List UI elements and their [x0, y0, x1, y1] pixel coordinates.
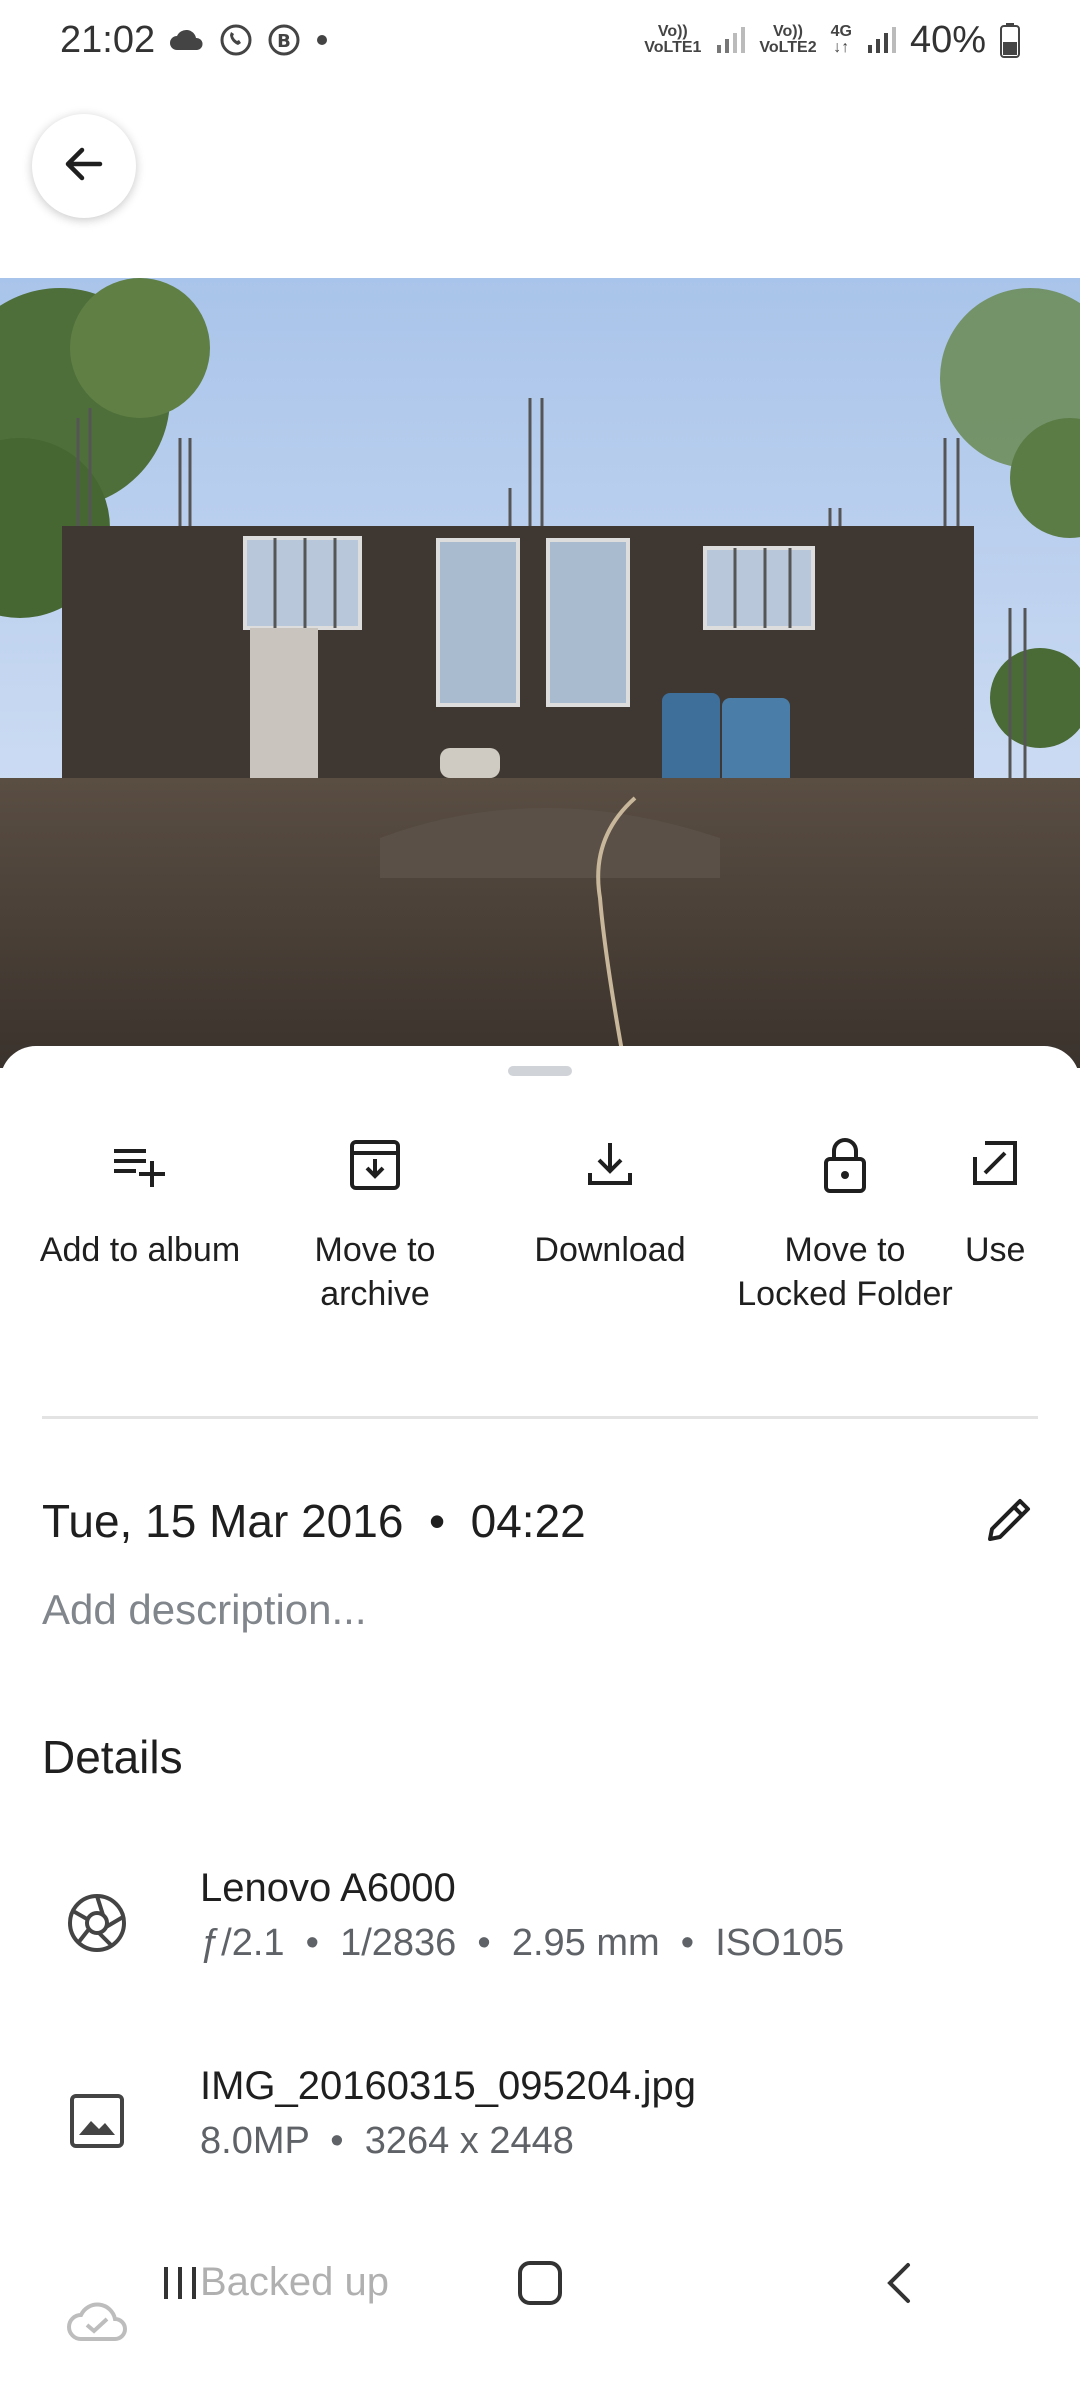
home-icon	[518, 2260, 562, 2305]
lock-icon	[817, 1130, 873, 1200]
playlist-add-icon	[112, 1130, 168, 1200]
time-text: 04:22	[470, 1495, 586, 1547]
date-text: Tue, 15 Mar 2016	[42, 1495, 404, 1547]
aperture: ƒ/2.1	[200, 1922, 285, 1964]
download-button[interactable]: Download	[495, 1130, 725, 1272]
download-icon	[582, 1130, 638, 1200]
arrow-back-icon	[58, 138, 110, 195]
archive-icon	[347, 1130, 403, 1200]
navigation-bar	[0, 2230, 1080, 2340]
battery-icon	[1000, 22, 1020, 58]
move-to-archive-button[interactable]: Move to archive	[260, 1130, 490, 1316]
network1-text: VoLTE1	[644, 39, 702, 56]
drag-handle[interactable]	[508, 1066, 572, 1076]
megapixels: 8.0MP	[200, 2120, 310, 2162]
camera-settings: ƒ/2.1 • 1/2836 • 2.95 mm • ISO105	[200, 1922, 844, 1965]
recent-apps-button[interactable]	[150, 2253, 210, 2318]
add-to-album-label: Add to album	[39, 1231, 241, 1269]
shutter-speed: 1/2836	[340, 1922, 457, 1964]
b-badge-icon: B	[267, 23, 301, 57]
status-time: 21:02	[60, 18, 156, 61]
camera-shutter-icon	[62, 1888, 132, 1958]
signal-icon	[715, 25, 746, 55]
back-button[interactable]	[32, 114, 136, 218]
focal-length: 2.95 mm	[511, 1922, 660, 1964]
separator-dot: •	[416, 1495, 471, 1547]
dot-3: •	[670, 1922, 716, 1964]
network-type-text: 4G	[830, 23, 852, 40]
camera-model: Lenovo A6000	[200, 1866, 456, 1910]
dot-2: •	[466, 1922, 512, 1964]
file-details-row: IMG_20160315_095204.jpg 8.0MP • 3264 x 2…	[0, 2064, 1080, 2194]
status-right: Vo)) VoLTE1 Vo)) VoLTE2 4G ↓↑ 40%	[644, 19, 1020, 62]
move-to-locked-folder-label: Move to Locked Folder	[737, 1231, 953, 1313]
camera-details-row: Lenovo A6000 ƒ/2.1 • 1/2836 • 2.95 mm • …	[0, 1866, 1080, 1996]
network-label-1: Vo)) VoLTE1	[644, 23, 702, 56]
dot-4: •	[319, 2120, 365, 2162]
pencil-icon	[988, 1498, 1030, 1541]
edit-date-button[interactable]	[982, 1491, 1038, 1552]
back-nav-button[interactable]	[870, 2253, 930, 2318]
chevron-left-icon	[887, 2262, 910, 2303]
open-in-new-icon	[965, 1130, 1021, 1200]
photo-image	[0, 278, 1080, 1068]
use-as-label: Use	[965, 1231, 1026, 1269]
status-left: 21:02 B	[60, 19, 329, 62]
actions-row: Add to album Move to archive Download Mo…	[0, 1130, 1080, 1410]
signal-icon-2	[866, 25, 896, 55]
notification-dot-icon	[315, 33, 329, 47]
use-as-button[interactable]: Use	[965, 1130, 1080, 1272]
home-button[interactable]	[510, 2253, 570, 2318]
door	[250, 628, 318, 778]
divider	[42, 1416, 1038, 1419]
network-label-2: Vo)) VoLTE2	[759, 23, 817, 56]
details-title: Details	[42, 1731, 183, 1783]
status-bar: 21:02 B Vo)) VoLTE1 Vo)) VoLTE2 4G ↓↑ 40%	[0, 0, 1080, 80]
cloud-icon	[169, 28, 205, 52]
move-to-locked-folder-button[interactable]: Move to Locked Folder	[730, 1130, 960, 1316]
add-to-album-button[interactable]: Add to album	[25, 1130, 255, 1272]
battery-percent: 40%	[909, 18, 986, 61]
whatsapp-icon	[219, 23, 253, 57]
photo-preview[interactable]	[0, 278, 1080, 1068]
add-description-field[interactable]: Add description...	[42, 1586, 367, 1634]
recent-apps-icon	[164, 2266, 196, 2299]
network-type: 4G ↓↑	[830, 23, 852, 56]
svg-text:B: B	[277, 31, 291, 52]
move-to-archive-label: Move to archive	[314, 1231, 436, 1313]
image-icon	[62, 2086, 132, 2156]
file-info: 8.0MP • 3264 x 2448	[200, 2120, 574, 2163]
info-sheet: Add to album Move to archive Download Mo…	[0, 1046, 1080, 2341]
dot-1: •	[295, 1922, 341, 1964]
file-name: IMG_20160315_095204.jpg	[200, 2064, 696, 2108]
sacks	[440, 748, 500, 778]
network2-text: VoLTE2	[759, 39, 817, 56]
download-label: Download	[534, 1231, 686, 1269]
iso: ISO105	[715, 1922, 845, 1964]
resolution: 3264 x 2448	[364, 2120, 574, 2162]
date-time-text: Tue, 15 Mar 2016 • 04:22	[42, 1494, 586, 1548]
date-row: Tue, 15 Mar 2016 • 04:22	[42, 1486, 1038, 1556]
